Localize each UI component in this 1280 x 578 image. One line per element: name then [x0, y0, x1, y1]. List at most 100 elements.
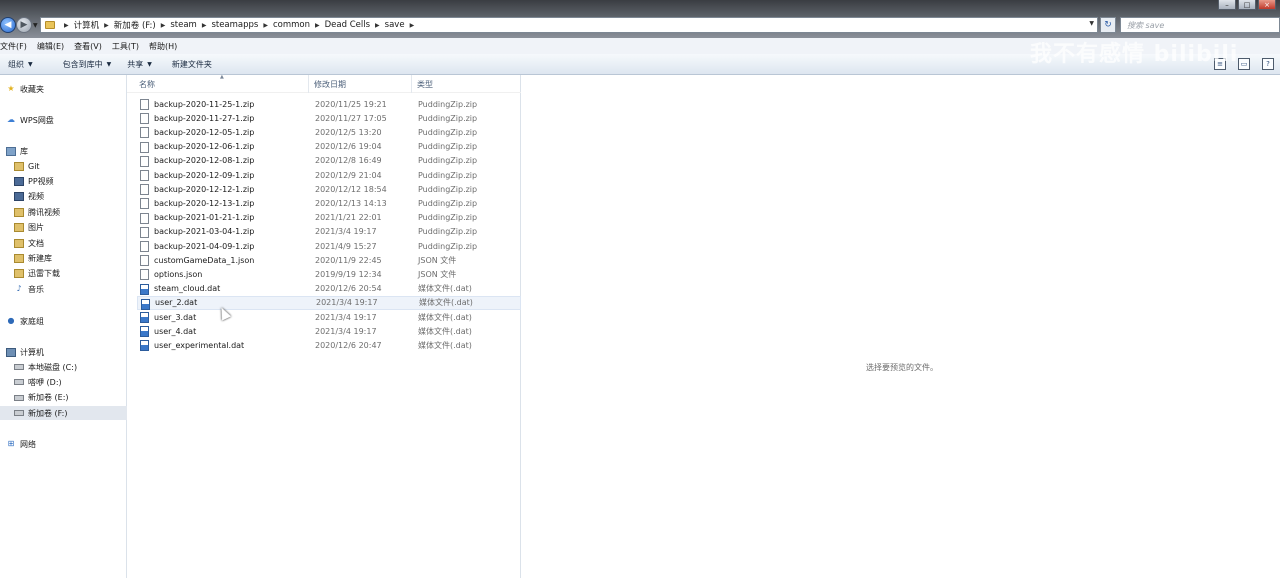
file-date: 2021/3/4 19:17	[315, 326, 377, 336]
preview-pane-icon[interactable]: ▭	[1238, 58, 1250, 70]
nav-network[interactable]: ⊞ 网络	[6, 437, 127, 451]
menu-item[interactable]: 帮助(H)	[149, 41, 183, 52]
file-row[interactable]: user_2.dat 2021/3/4 19:17 媒体文件(.dat)	[137, 295, 521, 310]
file-type: PuddingZip.zip	[418, 198, 478, 208]
nav-library-item[interactable]: 视频	[14, 190, 127, 204]
file-name: steam_cloud.dat	[154, 284, 221, 294]
back-button[interactable]: ◀	[0, 17, 16, 33]
nav-library-item[interactable]: 图片	[14, 221, 127, 235]
file-row[interactable]: backup-2020-12-06-1.zip 2020/12/6 19:04 Pu…	[137, 140, 521, 154]
breadcrumb-item[interactable]: 新加卷 (F:)	[114, 19, 156, 31]
chevron-right-icon[interactable]: ▶	[197, 22, 212, 29]
nav-library-item[interactable]: ♪ 音乐	[14, 282, 127, 296]
file-row[interactable]: backup-2020-12-05-1.zip 2020/12/5 13:20 Pu…	[137, 125, 521, 139]
file-date: 2020/12/6 19:04	[315, 142, 382, 152]
menu-item[interactable]: 查看(V)	[74, 41, 108, 52]
file-row[interactable]: backup-2020-11-27-1.zip 2020/11/27 17:05 P…	[137, 111, 521, 125]
nav-drive[interactable]: 新加卷 (E:)	[14, 391, 127, 405]
file-row[interactable]: options.json 2019/9/19 12:34 JSON 文件	[137, 267, 521, 281]
menu-item[interactable]: 工具(T)	[112, 41, 145, 52]
breadcrumb: ▶ 计算机 ▶ 新加卷 (F:) ▶ steam ▶ steamapps ▶ common ▶ Dea…	[59, 18, 419, 32]
nav-library-item[interactable]: 文档	[14, 236, 127, 250]
organize-button[interactable]: 组织 ▼	[0, 59, 41, 70]
file-row[interactable]: backup-2020-11-25-1.zip 2020/11/25 19:21 P…	[137, 97, 521, 111]
menu-item[interactable]: 编辑(E)	[37, 41, 70, 52]
file-row[interactable]: steam_cloud.dat 2020/12/6 20:54 媒体文件(.dat)	[137, 282, 521, 296]
nav-homegroup[interactable]: ● 家庭组	[6, 314, 127, 328]
file-date: 2020/12/5 13:20	[315, 127, 382, 137]
share-label: 共享	[127, 59, 144, 69]
close-button[interactable]: ×	[1258, 0, 1276, 10]
file-date: 2021/3/4 19:17	[316, 298, 378, 308]
chevron-right-icon[interactable]: ▶	[99, 22, 114, 29]
file-type: PuddingZip.zip	[418, 213, 478, 223]
nav-label: PP视频	[28, 176, 54, 186]
title-bar: ◀ ▶ ▼ ▶ 计算机 ▶ 新加卷 (F:) ▶ steam ▶ steamapps ▶ comm…	[0, 0, 1280, 38]
arrow-left-icon: ◀	[4, 20, 12, 30]
maximize-button[interactable]: □	[1238, 0, 1256, 10]
file-name: backup-2021-01-21-1.zip	[154, 213, 255, 223]
column-type[interactable]: 类型	[417, 79, 433, 90]
media-file-icon	[140, 312, 149, 323]
chevron-right-icon[interactable]: ▶	[310, 22, 325, 29]
file-date: 2020/12/6 20:47	[315, 340, 382, 350]
chevron-right-icon[interactable]: ▶	[405, 22, 420, 29]
file-row[interactable]: user_experimental.dat 2020/12/6 20:47 媒体文件…	[137, 338, 521, 352]
menu-item[interactable]: 文件(F)	[0, 41, 33, 52]
nav-library-item[interactable]: 新建库	[14, 251, 127, 265]
chevron-right-icon[interactable]: ▶	[59, 22, 74, 29]
file-row[interactable]: backup-2020-12-08-1.zip 2020/12/8 16:49 Pu…	[137, 154, 521, 168]
column-name[interactable]: 名称	[139, 79, 155, 90]
file-row[interactable]: user_4.dat 2021/3/4 19:17 媒体文件(.dat)	[137, 324, 521, 338]
address-dropdown-icon[interactable]: ▼	[1089, 20, 1094, 27]
file-name: backup-2021-04-09-1.zip	[154, 241, 255, 251]
nav-library-item[interactable]: PP视频	[14, 174, 127, 188]
file-row[interactable]: user_3.dat 2021/3/4 19:17 媒体文件(.dat)	[137, 310, 521, 324]
nav-favorites[interactable]: ★ 收藏夹	[6, 82, 127, 96]
nav-libraries[interactable]: 库	[6, 144, 127, 158]
new-folder-button[interactable]: 新建文件夹	[164, 59, 220, 70]
file-row[interactable]: backup-2020-12-12-1.zip 2020/12/12 18:54 P…	[137, 182, 521, 196]
file-row[interactable]: customGameData_1.json 2020/11/9 22:45 JSON…	[137, 253, 521, 267]
forward-button[interactable]: ▶	[16, 17, 32, 33]
file-name: backup-2020-12-05-1.zip	[154, 127, 255, 137]
nav-drive[interactable]: 嗒咿 (D:)	[14, 375, 127, 389]
nav-drive[interactable]: 新加卷 (F:)	[0, 406, 127, 421]
nav-wps-drive[interactable]: ☁ WPS网盘	[6, 113, 127, 127]
share-button[interactable]: 共享 ▼	[119, 59, 160, 70]
chevron-right-icon[interactable]: ▶	[258, 22, 273, 29]
file-date: 2020/12/12 18:54	[315, 184, 387, 194]
history-dropdown-icon[interactable]: ▼	[33, 22, 38, 29]
breadcrumb-item[interactable]: save	[385, 20, 405, 30]
search-input[interactable]: 搜索 save	[1120, 17, 1280, 33]
nav-drive[interactable]: 本地磁盘 (C:)	[14, 360, 127, 374]
cloud-icon: ☁	[7, 115, 15, 124]
include-in-library-button[interactable]: 包含到库中 ▼	[55, 59, 120, 70]
file-row[interactable]: backup-2020-12-13-1.zip 2020/12/13 14:13 P…	[137, 196, 521, 210]
breadcrumb-item[interactable]: 计算机	[74, 19, 100, 31]
nav-library-item[interactable]: Git	[14, 159, 127, 173]
file-row[interactable]: backup-2021-01-21-1.zip 2021/1/21 22:01 Pu…	[137, 211, 521, 225]
breadcrumb-item[interactable]: Dead Cells	[325, 20, 370, 30]
nav-label: 新加卷 (F:)	[28, 408, 68, 418]
breadcrumb-item[interactable]: steamapps	[211, 20, 258, 30]
nav-library-item[interactable]: 腾讯视频	[14, 205, 127, 219]
refresh-button[interactable]: ↻	[1100, 17, 1116, 33]
help-icon[interactable]: ?	[1262, 58, 1274, 70]
preview-pane: 选择要预览的文件。	[522, 75, 1280, 578]
file-row[interactable]: backup-2021-04-09-1.zip 2021/4/9 15:27 Pud…	[137, 239, 521, 253]
chevron-right-icon[interactable]: ▶	[156, 22, 171, 29]
file-type: JSON 文件	[418, 269, 457, 279]
chevron-right-icon[interactable]: ▶	[370, 22, 385, 29]
breadcrumb-item[interactable]: common	[273, 20, 310, 30]
file-row[interactable]: backup-2021-03-04-1.zip 2021/3/4 19:17 Pud…	[137, 225, 521, 239]
minimize-button[interactable]: –	[1218, 0, 1236, 10]
nav-computer[interactable]: 计算机	[6, 345, 127, 359]
address-bar[interactable]: ▶ 计算机 ▶ 新加卷 (F:) ▶ steam ▶ steamapps ▶ common ▶ Dea…	[40, 17, 1098, 33]
file-row[interactable]: backup-2020-12-09-1.zip 2020/12/9 21:04 Pu…	[137, 168, 521, 182]
breadcrumb-item[interactable]: steam	[170, 20, 196, 30]
nav-library-item[interactable]: 迅雷下载	[14, 267, 127, 281]
column-date[interactable]: 修改日期	[314, 79, 346, 90]
network-icon: ⊞	[7, 439, 15, 448]
file-type: PuddingZip.zip	[418, 241, 478, 251]
